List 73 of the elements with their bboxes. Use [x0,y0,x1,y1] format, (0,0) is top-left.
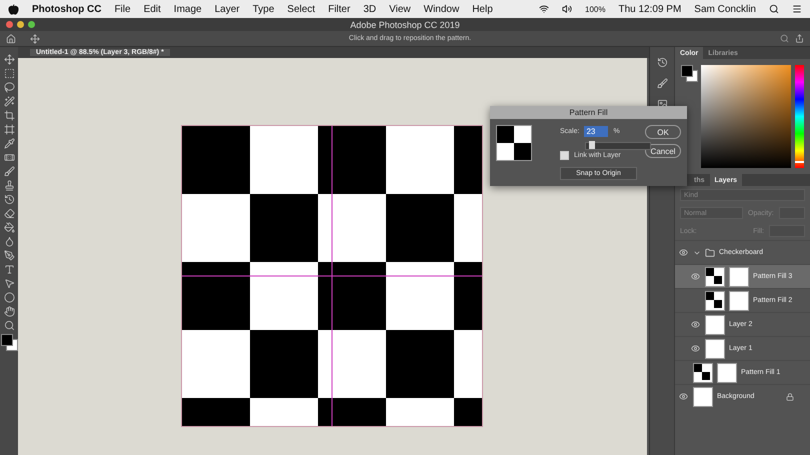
history-icon[interactable] [656,57,668,68]
menu-item[interactable]: Window [424,4,460,14]
folder-icon [705,248,715,258]
menu-item[interactable]: Image [174,4,202,14]
eyedropper-icon[interactable] [4,138,14,149]
ok-button[interactable]: OK [645,125,681,139]
scale-slider[interactable] [585,142,651,150]
wifi-icon[interactable] [539,4,550,14]
eye-icon[interactable] [678,248,688,257]
bandage-icon[interactable] [4,152,14,163]
menu-user[interactable]: Sam Concklin [694,4,756,14]
menu-item[interactable]: Edit [144,4,161,14]
move-icon[interactable] [30,34,40,44]
battery-percent: 100% [585,4,606,14]
pen-icon[interactable] [4,250,14,261]
minimize-icon[interactable] [17,21,24,28]
menu-app-name[interactable]: Photoshop CC [32,4,102,14]
magic-wand-icon[interactable] [4,96,14,107]
droplet-icon[interactable] [4,236,14,247]
paint-bucket-icon[interactable] [4,222,14,233]
menu-item[interactable]: Filter [328,4,350,14]
pattern-preview[interactable] [496,125,532,161]
mask-thumbnail [729,290,749,310]
cancel-button[interactable]: Cancel [645,144,681,158]
color-swatches[interactable] [681,65,697,81]
search-icon[interactable] [769,4,779,14]
move-icon[interactable] [4,54,14,65]
eye-icon[interactable] [690,272,700,281]
crop-icon[interactable] [4,110,14,121]
slider-thumb[interactable] [588,141,595,149]
stamp-icon[interactable] [4,180,14,191]
menu-item[interactable]: Type [252,4,274,14]
lasso-icon[interactable] [4,82,14,93]
layer-thumbnail [705,338,725,358]
zoom-icon[interactable] [4,320,14,331]
marquee-icon[interactable] [4,68,14,79]
menu-item[interactable]: View [389,4,411,14]
apple-icon[interactable] [8,4,19,14]
mask-thumbnail [717,362,737,382]
layer-thumbnail [705,314,725,334]
layer-thumbnail [693,386,713,406]
window-title: Adobe Photoshop CC 2019 [350,20,460,30]
volume-icon[interactable] [562,4,572,14]
menu-item[interactable]: Help [472,4,493,14]
history-brush-icon[interactable] [4,194,14,205]
eye-icon[interactable] [678,392,688,401]
hand-icon[interactable] [4,306,14,317]
eye-icon[interactable] [690,344,700,353]
eye-icon[interactable] [690,320,700,329]
maximize-icon[interactable] [28,21,35,28]
color-swatches[interactable] [1,334,17,350]
scale-field[interactable]: 23 [584,126,608,136]
lock-icon [786,392,794,400]
ellipse-icon[interactable] [4,292,14,303]
color-picker[interactable] [701,65,791,168]
menu-item[interactable]: Layer [214,4,240,14]
brush-icon[interactable] [4,166,14,177]
close-icon[interactable] [6,21,13,28]
type-icon[interactable] [4,264,14,275]
brush-icon[interactable] [656,78,668,89]
eraser-icon[interactable] [4,208,14,219]
dialog-title: Pattern Fill [569,108,608,117]
mask-thumbnail [729,266,749,286]
menu-icon[interactable] [792,4,802,14]
share-icon[interactable] [795,34,804,43]
pointer-icon[interactable] [4,278,14,289]
link-checkbox[interactable] [560,150,569,160]
frame-icon[interactable] [4,124,14,135]
menu-item[interactable]: 3D [363,4,376,14]
home-icon[interactable] [6,34,16,44]
menu-item[interactable]: Select [287,4,316,14]
menu-item[interactable]: File [114,4,131,14]
menu-clock[interactable]: Thu 12:09 PM [618,4,682,14]
